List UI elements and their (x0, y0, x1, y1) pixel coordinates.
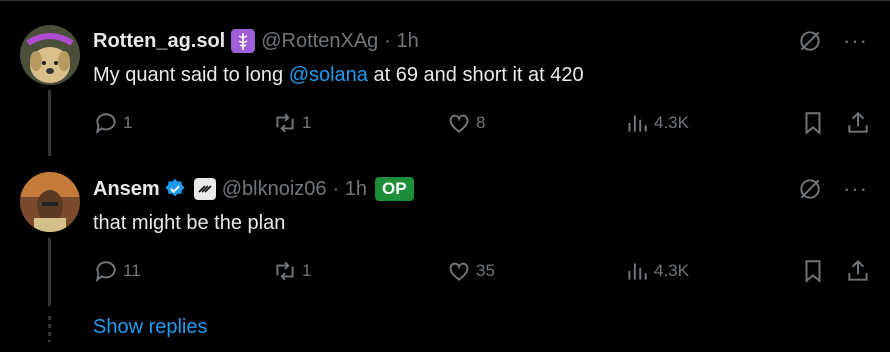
like-button[interactable]: 8 (446, 108, 485, 138)
show-replies-link[interactable]: Show replies (93, 316, 208, 339)
repost-icon (276, 113, 294, 133)
action-bar: 1 1 8 4.3K (0, 108, 890, 138)
heart-icon (449, 114, 469, 133)
caduceus-badge-icon (231, 29, 256, 53)
handle[interactable]: @RottenXAg (261, 30, 378, 53)
more-options-icon[interactable]: ··· (843, 178, 868, 200)
share-button[interactable] (845, 108, 871, 138)
bookmark-icon (805, 112, 821, 135)
mention-link[interactable]: @solana (289, 64, 368, 86)
heart-icon (449, 262, 469, 281)
tweet-header: Rotten_ag.sol @RottenXAg · 1h (93, 29, 419, 53)
more-options-icon[interactable]: ··· (843, 30, 868, 52)
analytics-icon (628, 263, 647, 280)
share-icon (848, 111, 868, 133)
tweet-text: that might be the plan (93, 212, 286, 234)
tweet-ansem[interactable]: Ansem @blknoiz06 · 1h OP ··· that might … (0, 156, 890, 306)
op-badge: OP (374, 177, 414, 201)
bookmark-button[interactable] (800, 256, 826, 286)
reply-button[interactable]: 1 (93, 108, 132, 138)
repost-button[interactable]: 1 (272, 108, 311, 138)
reply-button[interactable]: 11 (93, 256, 141, 286)
share-button[interactable] (845, 256, 871, 286)
handle[interactable]: @blknoiz06 (222, 178, 327, 201)
verified-badge-icon (165, 178, 185, 197)
grok-icon[interactable] (797, 28, 823, 54)
reply-icon (95, 261, 116, 282)
views-button[interactable]: 4.3K (624, 108, 689, 138)
tweet-top-actions: ··· (797, 176, 868, 202)
timestamp[interactable]: · 1h (333, 178, 367, 201)
timestamp[interactable]: · 1h (384, 30, 418, 53)
repost-button[interactable]: 1 (272, 256, 311, 286)
views-button[interactable]: 4.3K (624, 256, 689, 286)
share-icon (848, 259, 868, 281)
analytics-icon (628, 115, 647, 132)
tweet-rotten[interactable]: Rotten_ag.sol @RottenXAg · 1h ··· My qua… (0, 0, 890, 156)
avatar[interactable] (20, 172, 80, 232)
action-bar: 11 1 35 4.3K (0, 256, 890, 286)
bookmark-button[interactable] (800, 108, 826, 138)
repost-icon (276, 261, 294, 281)
bookmark-icon (805, 260, 821, 283)
like-button[interactable]: 35 (446, 256, 495, 286)
grok-icon[interactable] (797, 176, 823, 202)
reply-icon (95, 113, 116, 134)
avatar[interactable] (20, 25, 80, 85)
thread-dotted-line (48, 316, 51, 342)
tweet-text: My quant said to long @solana at 69 and … (93, 64, 584, 86)
tweet-header: Ansem @blknoiz06 · 1h OP (93, 177, 414, 201)
display-name[interactable]: Ansem (93, 178, 160, 201)
tweet-top-actions: ··· (797, 28, 868, 54)
affiliate-badge-icon[interactable] (193, 178, 216, 200)
display-name[interactable]: Rotten_ag.sol (93, 30, 225, 53)
